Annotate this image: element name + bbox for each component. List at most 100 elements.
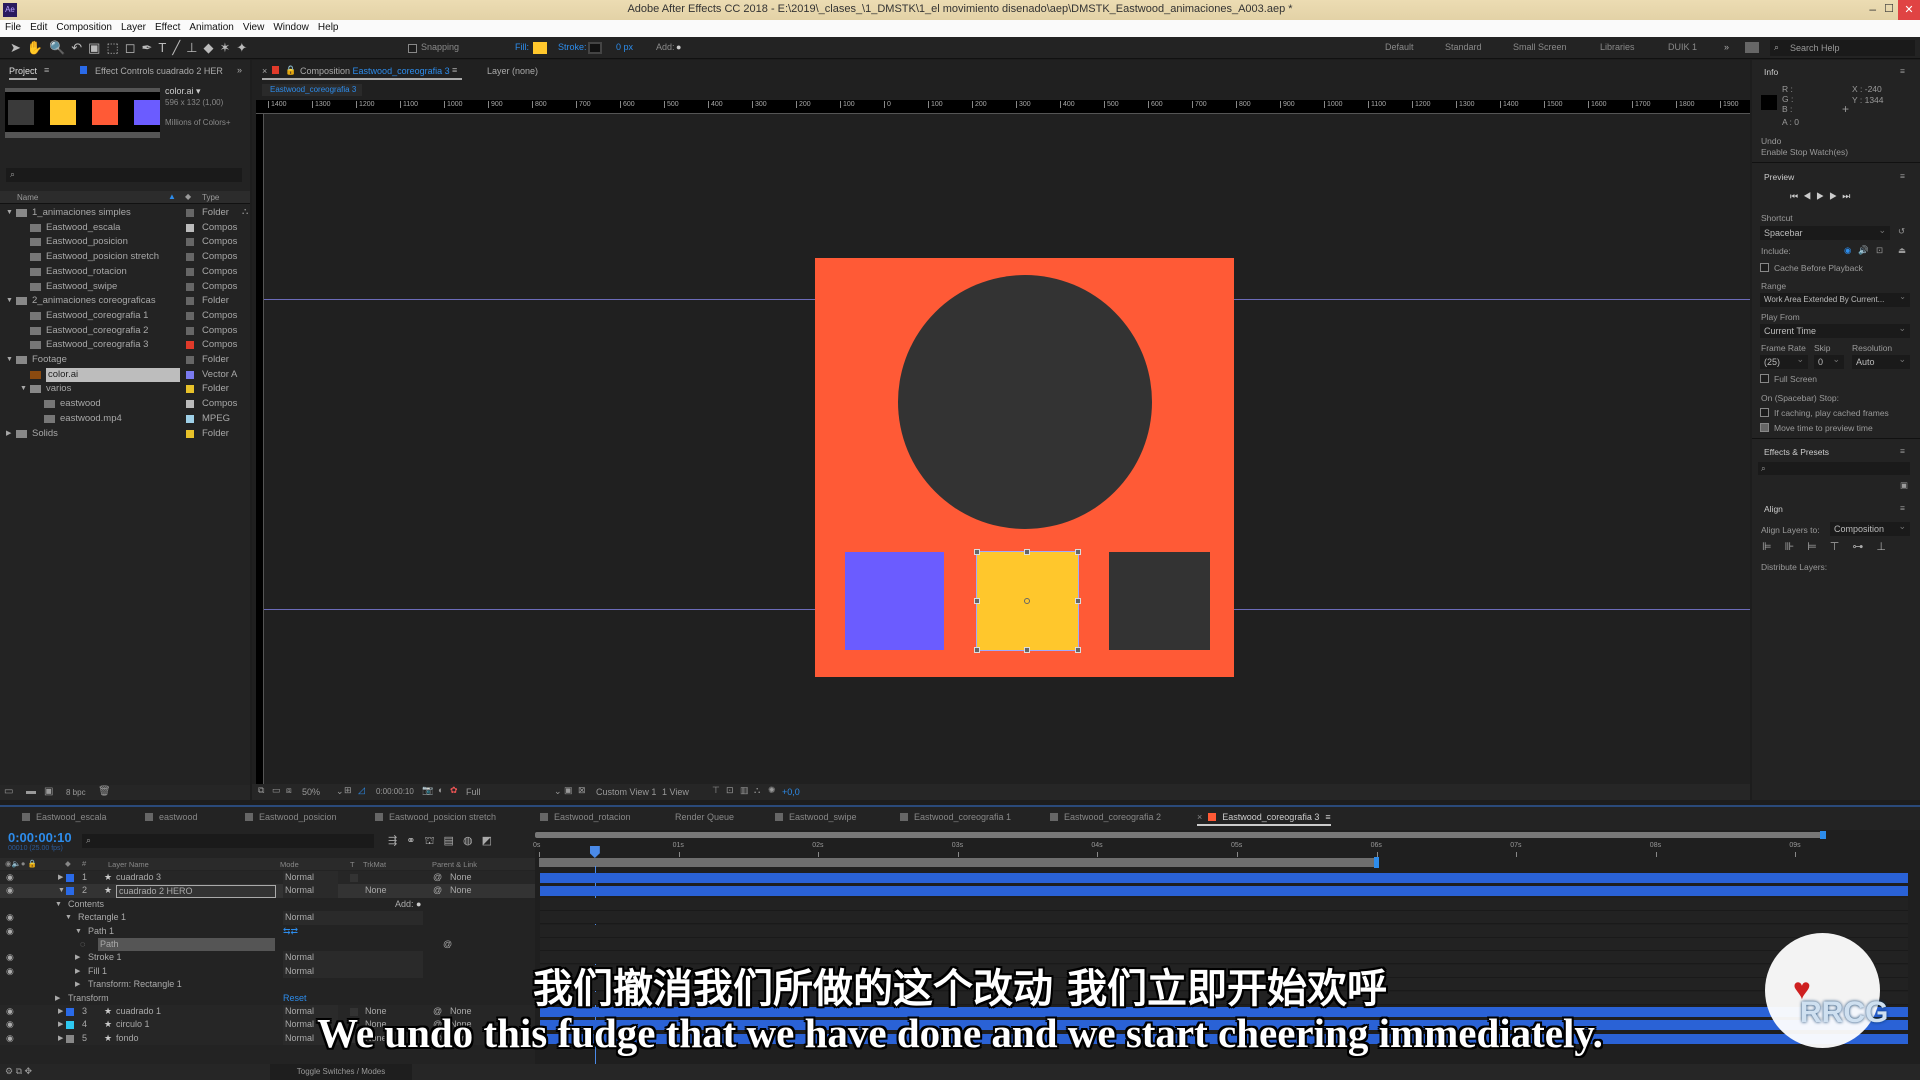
anchor-point[interactable]	[1024, 598, 1030, 604]
project-item[interactable]: color.ai Vector A	[0, 367, 250, 383]
label-color[interactable]	[186, 385, 194, 394]
align-vcenter-icon[interactable]: ⊶	[1852, 541, 1876, 553]
align-bottom-icon[interactable]: ⊥	[1876, 541, 1899, 553]
layer-name[interactable]: cuadrado 3	[116, 871, 161, 884]
stroke-width[interactable]: 0 px	[616, 42, 633, 52]
label-color[interactable]	[186, 400, 194, 409]
exposure-icon[interactable]: ✺	[768, 785, 776, 796]
column-layer-name[interactable]: Layer Name	[108, 860, 149, 869]
composition-canvas[interactable]	[815, 258, 1234, 677]
show-snapshot-icon[interactable]: ◐	[438, 785, 443, 795]
graph-editor-icon[interactable]: ◩	[482, 835, 501, 847]
workspace-libraries[interactable]: Libraries	[1600, 42, 1635, 52]
playhead-handle[interactable]	[589, 846, 600, 858]
play-icon[interactable]: ▶	[1816, 191, 1829, 201]
mask-visibility-icon[interactable]: ◿	[358, 785, 365, 796]
workspace-standard[interactable]: Standard	[1445, 42, 1482, 52]
label-color[interactable]	[186, 311, 194, 320]
more-tabs-icon[interactable]: »	[237, 65, 242, 75]
preserve-transparency-toggle[interactable]	[350, 874, 358, 882]
timeline-tab[interactable]: eastwood	[145, 812, 198, 822]
disclosure-triangle-icon[interactable]: ▶	[58, 871, 63, 884]
layer-name[interactable]: cuadrado 2 HERO	[116, 885, 276, 899]
align-hcenter-icon[interactable]: ⊪	[1785, 541, 1808, 553]
exposure-value[interactable]: +0,0	[782, 787, 800, 797]
label-color[interactable]	[186, 341, 194, 350]
range-dropdown[interactable]: Work Area Extended By Current...	[1760, 292, 1910, 307]
property-row[interactable]: ▼ Contents Add: ●	[0, 898, 535, 911]
trkmat-dropdown[interactable]: None	[365, 884, 420, 897]
align-left-icon[interactable]: ⊫	[1762, 541, 1785, 553]
project-item[interactable]: Eastwood_coreografia 2 Compos	[0, 324, 250, 339]
next-frame-icon[interactable]: ▶	[1829, 191, 1842, 201]
align-buttons[interactable]: ⊫⊪⊨⊤⊶⊥	[1762, 540, 1899, 553]
timeline-tab[interactable]: Render Queue	[675, 812, 734, 822]
menu-effect[interactable]: Effect	[155, 22, 180, 35]
grid-icon[interactable]: ⊞	[344, 785, 352, 796]
magnification-dropdown[interactable]: 50%	[302, 787, 320, 797]
project-item[interactable]: eastwood Compos	[0, 397, 250, 412]
label-color[interactable]	[186, 356, 194, 364]
view-dropdown[interactable]: Custom View 1	[596, 787, 656, 797]
timeline-tab[interactable]: Eastwood_swipe	[775, 812, 857, 822]
always-preview-icon[interactable]: ⧉	[258, 785, 264, 796]
label-color[interactable]	[186, 414, 194, 423]
menu-view[interactable]: View	[243, 22, 265, 35]
panel-menu-icon[interactable]: ≡	[1325, 812, 1330, 822]
layer-row[interactable]: ◉ ▶ 1 ★ cuadrado 3 Normal @ None	[0, 871, 535, 885]
stroke-color-swatch[interactable]	[588, 42, 602, 54]
square-layer-hero-selected[interactable]	[974, 549, 1081, 653]
pick-whip-icon[interactable]: @	[443, 938, 452, 951]
visibility-eye-icon[interactable]: ◉	[6, 911, 14, 924]
toggle-switches-modes-button[interactable]: Toggle Switches / Modes	[270, 1064, 412, 1080]
label-color[interactable]	[186, 238, 194, 247]
menu-help[interactable]: Help	[318, 22, 339, 35]
lock-icon[interactable]: 🔒	[285, 65, 296, 76]
timeline-icon[interactable]: ▥	[740, 785, 749, 796]
viewer-timecode[interactable]: 0:00:00:10	[376, 787, 414, 796]
monitor-icon[interactable]: ▭	[272, 785, 281, 796]
layer-duration-bar[interactable]	[540, 886, 1908, 897]
minimize-button[interactable]: –	[1869, 2, 1876, 16]
timeline-switches[interactable]: ⇶⚭⛫▤◍◩	[388, 834, 501, 849]
tab-layer[interactable]: Layer (none)	[487, 66, 538, 76]
visibility-eye-icon[interactable]: ◉	[6, 871, 14, 884]
comp-mini-flowchart-icon[interactable]: ⇶	[388, 835, 406, 847]
chevron-down-icon[interactable]: ⌄	[554, 786, 562, 797]
label-color[interactable]	[186, 429, 194, 438]
chevron-down-icon[interactable]: ⌄	[336, 786, 344, 797]
frame-rate-dropdown[interactable]: (25)	[1760, 354, 1808, 369]
mode-dropdown[interactable]: Normal	[283, 911, 423, 925]
path-operation-icons[interactable]: ⇆⇄	[283, 925, 298, 938]
selection-handle[interactable]	[1024, 549, 1030, 555]
label-color[interactable]	[186, 326, 194, 335]
preserve-transparency-toggle[interactable]	[350, 887, 358, 896]
square-layer-left[interactable]	[845, 552, 944, 650]
close-button[interactable]: ✕	[1898, 0, 1920, 20]
comp-breadcrumb[interactable]: Eastwood_coreografia 3	[262, 84, 362, 96]
circle-layer[interactable]	[898, 275, 1152, 529]
skip-dropdown[interactable]: 0	[1814, 354, 1844, 369]
project-item[interactable]: ▼ varios Folder	[0, 382, 250, 397]
disclosure-triangle-icon[interactable]: ▼	[55, 898, 62, 911]
move-time-checkbox[interactable]	[1760, 423, 1769, 432]
close-tab-icon[interactable]: ×	[262, 66, 267, 76]
selection-handle[interactable]	[1075, 598, 1081, 604]
tool-icons[interactable]: ➤✋🔍↶▣⬚◻✒T╱⊥◆✶✦	[10, 40, 253, 56]
thumbnail-name[interactable]: color.ai ▾	[165, 86, 201, 97]
panel-menu-icon[interactable]: ≡	[1900, 503, 1905, 513]
reset-icon[interactable]: ↺	[1898, 226, 1905, 237]
visibility-eye-icon[interactable]: ◉	[6, 925, 14, 938]
fill-color-swatch[interactable]	[533, 42, 547, 54]
more-workspaces-icon[interactable]: »	[1724, 42, 1729, 52]
new-folder-icon[interactable]: ▬	[26, 786, 36, 797]
panel-menu-icon[interactable]: ≡	[1900, 171, 1905, 181]
label-color[interactable]	[186, 267, 194, 276]
search-help-input[interactable]: ⌕ Search Help	[1770, 40, 1915, 56]
project-search-input[interactable]: ⌕	[6, 168, 242, 182]
square-layer-right[interactable]	[1109, 552, 1210, 650]
property-row[interactable]: ◌ Path @	[0, 938, 535, 952]
parent-dropdown[interactable]: None	[450, 871, 515, 884]
audio-toggle-icon[interactable]: 🔊	[1858, 245, 1869, 256]
reset-exposure-icon[interactable]: ⊡	[726, 785, 734, 796]
